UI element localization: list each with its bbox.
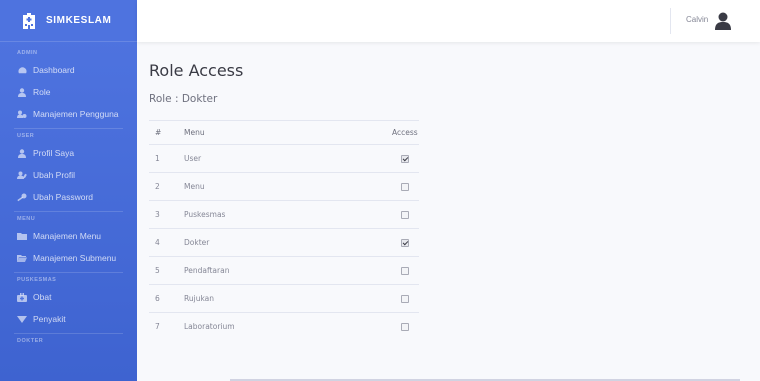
folder-icon [17, 231, 27, 241]
sidebar-divider [14, 128, 123, 129]
sidebar: SIMKESLAM ADMIN Dashboard Role Manajemen Pe… [0, 0, 137, 381]
table-row: 4 Dokter [149, 228, 419, 257]
virus-icon [17, 314, 27, 324]
sidebar-item-profil-saya[interactable]: Profil Saya [0, 142, 137, 164]
row-number: 3 [149, 200, 184, 229]
topbar-divider [670, 8, 671, 34]
sidebar-item-label: Ubah Password [33, 192, 94, 202]
sidebar-heading-dokter: DOKTER [17, 338, 44, 344]
sidebar-item-obat[interactable]: Obat [0, 286, 137, 308]
table-header-row: # Menu Access [149, 120, 419, 145]
sidebar-nav: ADMIN Dashboard Role Manajemen Pengguna USER… [0, 42, 137, 344]
sidebar-item-role[interactable]: Role [0, 81, 137, 103]
user-edit-icon [17, 170, 27, 180]
sidebar-divider [14, 272, 123, 273]
brand[interactable]: SIMKESLAM [0, 0, 137, 42]
table-row: 6 Rujukan [149, 284, 419, 313]
role-subtitle: Role : Dokter [149, 93, 218, 105]
row-access-cell [334, 284, 419, 313]
main-content: Role Access Role : Dokter # Menu Access … [149, 42, 760, 381]
table-body: 1 User 2 Menu 3 Puskesmas 4 Dokter 5 Pendaftaran 6… [149, 144, 419, 341]
user-avatar-icon[interactable] [715, 12, 731, 30]
sidebar-item-dashboard[interactable]: Dashboard [0, 59, 137, 81]
row-access-cell [334, 200, 419, 229]
sidebar-item-label: Penyakit [33, 314, 66, 324]
row-menu-name: Dokter [184, 228, 334, 257]
sidebar-item-label: Dashboard [33, 65, 75, 75]
topbar: Calvin [137, 0, 760, 42]
row-access-cell [334, 228, 419, 257]
folder-open-icon [17, 253, 27, 263]
sidebar-heading-puskesmas: PUSKESMAS [17, 277, 57, 283]
username[interactable]: Calvin [686, 15, 708, 24]
row-access-cell [334, 256, 419, 285]
col-header-access: Access [334, 120, 419, 145]
sidebar-heading-admin: ADMIN [17, 50, 38, 56]
key-icon [17, 192, 27, 202]
sidebar-divider [14, 211, 123, 212]
row-menu-name: Pendaftaran [184, 256, 334, 285]
access-checkbox[interactable] [401, 211, 409, 219]
access-checkbox[interactable] [401, 295, 409, 303]
sidebar-item-ubah-profil[interactable]: Ubah Profil [0, 164, 137, 186]
row-menu-name: User [184, 144, 334, 173]
sidebar-item-manajemen-menu[interactable]: Manajemen Menu [0, 225, 137, 247]
users-cog-icon [17, 109, 27, 119]
row-access-cell [334, 144, 419, 173]
row-number: 2 [149, 172, 184, 201]
table-row: 7 Laboratorium [149, 312, 419, 341]
sidebar-item-label: Manajemen Pengguna [33, 109, 119, 119]
user-icon [17, 87, 27, 97]
table-row: 1 User [149, 144, 419, 173]
access-checkbox[interactable] [401, 155, 409, 163]
sidebar-item-label: Ubah Profil [33, 170, 76, 180]
row-access-cell [334, 312, 419, 341]
sidebar-item-manajemen-pengguna[interactable]: Manajemen Pengguna [0, 103, 137, 125]
page-title: Role Access [149, 61, 244, 80]
access-checkbox[interactable] [401, 267, 409, 275]
row-menu-name: Rujukan [184, 284, 334, 313]
sidebar-item-label: Manajemen Menu [33, 231, 102, 241]
sidebar-item-label: Profil Saya [33, 148, 75, 158]
table-row: 3 Puskesmas [149, 200, 419, 229]
table-row: 5 Pendaftaran [149, 256, 419, 285]
access-checkbox[interactable] [401, 183, 409, 191]
sidebar-heading-user: USER [17, 133, 35, 139]
col-header-menu: Menu [184, 120, 334, 145]
sidebar-item-ubah-password[interactable]: Ubah Password [0, 186, 137, 208]
sidebar-item-label: Obat [33, 292, 52, 302]
sidebar-item-label: Manajemen Submenu [33, 253, 117, 263]
hospital-icon [23, 12, 35, 29]
row-number: 7 [149, 312, 184, 341]
row-menu-name: Laboratorium [184, 312, 334, 341]
sidebar-item-label: Role [33, 87, 51, 97]
sidebar-item-manajemen-submenu[interactable]: Manajemen Submenu [0, 247, 137, 269]
row-menu-name: Puskesmas [184, 200, 334, 229]
col-header-number: # [149, 120, 184, 145]
sidebar-divider [14, 333, 123, 334]
row-menu-name: Menu [184, 172, 334, 201]
user-icon [17, 148, 27, 158]
row-number: 6 [149, 284, 184, 313]
medkit-icon [17, 292, 27, 302]
access-checkbox[interactable] [401, 323, 409, 332]
sidebar-heading-menu: MENU [17, 216, 36, 222]
row-number: 4 [149, 228, 184, 257]
sidebar-item-penyakit[interactable]: Penyakit [0, 308, 137, 330]
row-number: 1 [149, 144, 184, 173]
table-row: 2 Menu [149, 172, 419, 201]
row-access-cell [334, 172, 419, 201]
dashboard-icon [17, 65, 27, 75]
role-access-table: # Menu Access 1 User 2 Menu 3 Puskesmas 4 Dokte… [149, 120, 419, 341]
access-checkbox[interactable] [401, 239, 409, 247]
brand-name: SIMKESLAM [46, 15, 112, 26]
row-number: 5 [149, 256, 184, 285]
